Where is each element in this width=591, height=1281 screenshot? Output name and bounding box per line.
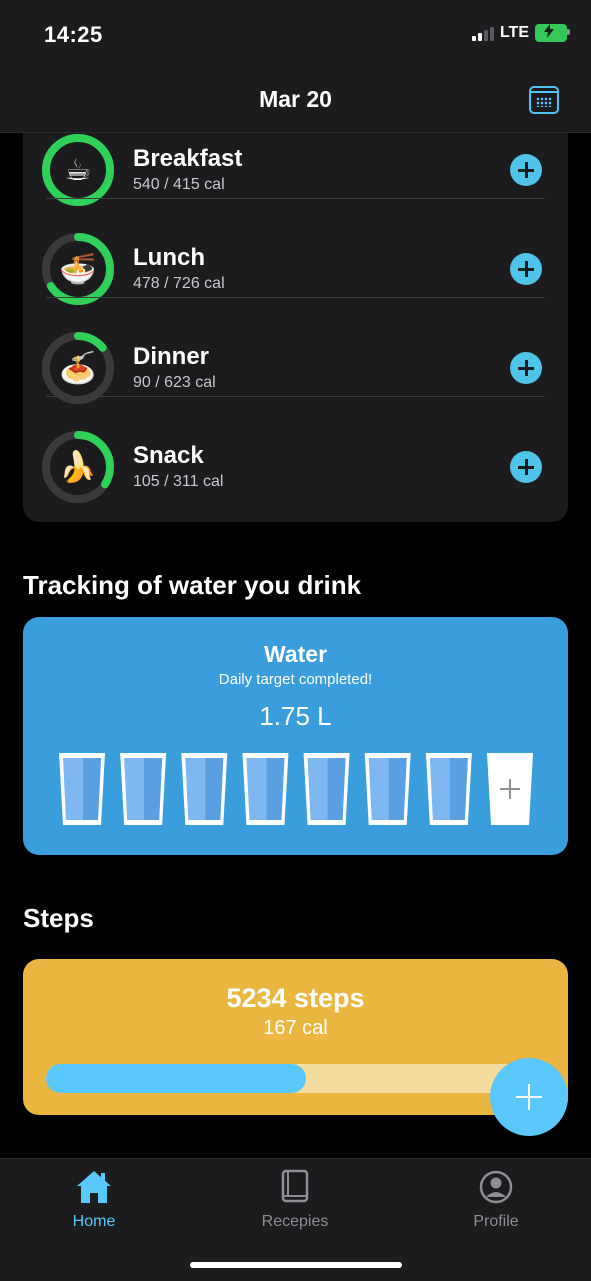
meal-calories: 105 / 311 cal [133, 473, 224, 490]
tab-recepies[interactable]: Recepies [235, 1169, 355, 1231]
steps-progress-track [46, 1064, 546, 1093]
profile-icon [479, 1170, 513, 1204]
coffee-cup-icon: ☕ [64, 152, 92, 188]
meal-calories: 540 / 415 cal [133, 176, 225, 193]
calendar-icon[interactable] [529, 86, 559, 114]
steps-card: 5234 steps 167 cal [23, 959, 568, 1115]
meal-row-dinner[interactable]: 🍝 Dinner 90 / 623 cal [23, 298, 568, 404]
meal-name: Breakfast [133, 145, 243, 172]
add-dinner-button[interactable] [510, 352, 542, 384]
add-snack-button[interactable] [510, 451, 542, 483]
add-lunch-button[interactable] [510, 253, 542, 285]
meal-row-lunch[interactable]: 🍜 Lunch 478 / 726 cal [23, 199, 568, 305]
tab-profile[interactable]: Profile [436, 1169, 556, 1231]
status-time: 14:25 [44, 22, 103, 47]
noodle-bowl-icon: 🍜 [59, 251, 97, 287]
tab-label: Home [72, 1213, 116, 1230]
water-glass-filled [364, 753, 411, 825]
add-breakfast-button[interactable] [510, 154, 542, 186]
steps-calories: 167 cal [263, 1017, 328, 1039]
tab-home[interactable]: Home [34, 1169, 154, 1231]
home-icon [77, 1171, 111, 1203]
water-glass-filled [59, 753, 105, 825]
water-glass-filled [120, 753, 167, 825]
signal-icon [471, 25, 494, 41]
battery-icon [535, 24, 570, 42]
water-glass-filled [425, 753, 472, 825]
meal-calories: 90 / 623 cal [133, 374, 216, 391]
water-title: Water [263, 641, 328, 667]
steps-progress-fill [46, 1064, 306, 1093]
steps-section-heading: Steps [23, 903, 94, 933]
water-section-heading: Tracking of water you drink [23, 570, 362, 600]
water-amount: 1.75 L [259, 701, 332, 731]
book-icon [281, 1169, 309, 1203]
banana-icon: 🍌 [59, 449, 97, 485]
meal-row-snack[interactable]: 🍌 Snack 105 / 311 cal [23, 397, 568, 503]
spaghetti-icon: 🍝 [59, 350, 97, 386]
water-glasses [59, 753, 533, 825]
meals-card: ☕ Breakfast 540 / 415 cal 🍜 Lunch 478 / … [23, 100, 568, 522]
meal-name: Dinner [133, 343, 210, 370]
top-bar: 14:25 LTE Mar 20 [0, 0, 591, 133]
page-title: Mar 20 [259, 86, 332, 112]
meal-name: Lunch [133, 244, 205, 271]
water-glass-filled [303, 753, 350, 825]
water-glass-filled [181, 753, 228, 825]
meal-calories: 478 / 726 cal [133, 275, 225, 292]
water-card: Water Daily target completed! 1.75 L [23, 617, 568, 855]
home-indicator [190, 1262, 402, 1268]
network-label: LTE [499, 24, 529, 41]
water-subtitle: Daily target completed! [218, 671, 373, 688]
tab-label: Profile [473, 1213, 519, 1230]
tab-label: Recepies [261, 1213, 329, 1230]
steps-count: 5234 steps [226, 983, 365, 1013]
water-glass-empty[interactable] [487, 753, 533, 825]
status-indicators: LTE [471, 24, 570, 42]
meal-name: Snack [133, 442, 204, 469]
water-glass-filled [242, 753, 289, 825]
add-fab-button[interactable] [490, 1058, 568, 1136]
